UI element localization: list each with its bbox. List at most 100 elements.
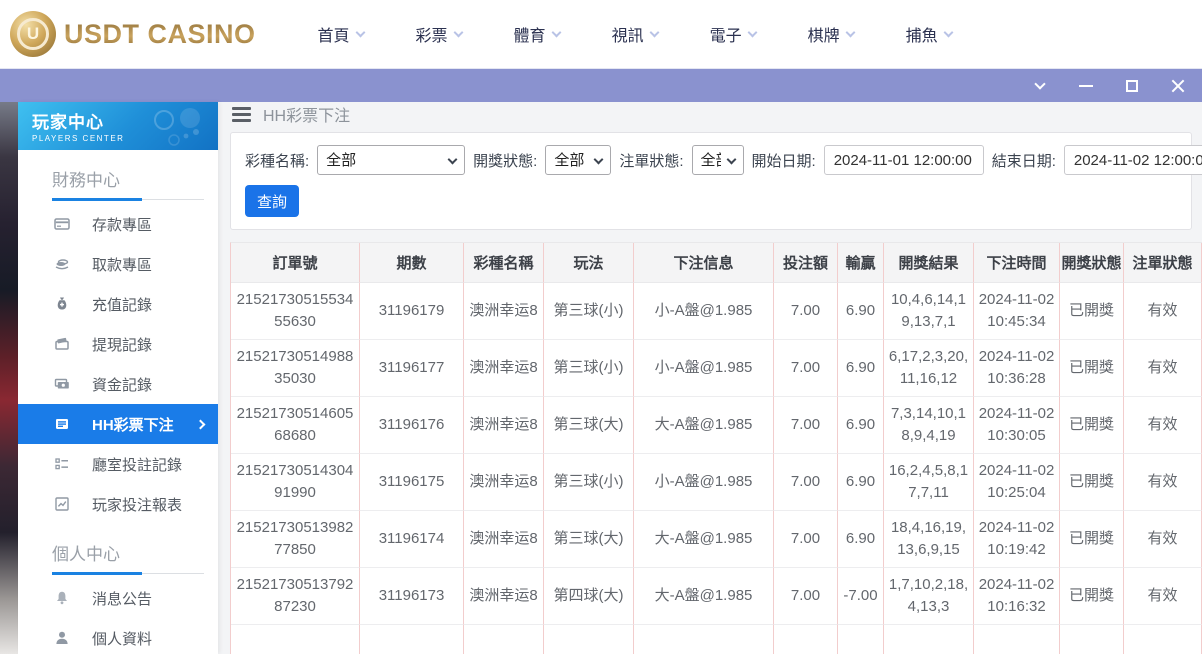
sidebar-item-hh-lottery-bets[interactable]: HH彩票下注: [18, 404, 218, 444]
table-row: [231, 625, 1202, 654]
table-cell: 7.00: [774, 283, 838, 340]
table-cell: 2152173051430491990: [231, 454, 360, 511]
order-status-select[interactable]: 全部: [692, 145, 744, 175]
sidebar-item-hall-bet-records[interactable]: 廳室投註記錄: [18, 444, 218, 484]
start-date-label: 開始日期:: [752, 150, 816, 171]
nav-item-cards[interactable]: 棋牌: [808, 22, 854, 46]
sidebar-item-label: 消息公告: [92, 588, 152, 609]
start-date-input[interactable]: [824, 145, 984, 175]
nav-label: 電子: [710, 22, 742, 46]
bell-icon: [54, 590, 70, 606]
collapse-chevron-icon[interactable]: [1032, 78, 1048, 94]
table-header-cell: 彩種名稱: [464, 243, 544, 283]
table-cell: 7.00: [774, 340, 838, 397]
table-row: 215217305143049199031196175澳洲幸运8第三球(小)小-…: [231, 454, 1202, 511]
sidebar-item-withdraw-records[interactable]: 提現記錄: [18, 324, 218, 364]
bank-card-icon: [54, 216, 70, 232]
order-status-label: 注單狀態:: [619, 150, 683, 171]
main-content: HH彩票下注 彩種名稱: 全部 開獎狀態: 全部 注單狀態:: [218, 102, 1202, 654]
table-cell: 第三球(小): [544, 454, 634, 511]
table-row: 215217305155345563031196179澳洲幸运8第三球(小)小-…: [231, 283, 1202, 340]
nav-label: 捕魚: [906, 22, 938, 46]
nav-item-sports[interactable]: 體育: [514, 22, 560, 46]
sidebar-item-player-bet-report[interactable]: 玩家投注報表: [18, 484, 218, 524]
table-cell: 2024-11-02 10:19:42: [974, 511, 1060, 568]
chevron-down-icon: [747, 27, 757, 37]
table-header-cell: 開獎狀態: [1060, 243, 1124, 283]
maximize-icon[interactable]: [1124, 78, 1140, 94]
chevron-down-icon: [649, 27, 659, 37]
end-date-input[interactable]: [1064, 145, 1202, 175]
table-cell: [774, 625, 838, 654]
sidebar-item-deposit[interactable]: 存款專區: [18, 204, 218, 244]
table-cell: 6.90: [838, 340, 884, 397]
table-header-cell: 訂單號: [231, 243, 360, 283]
nav-label: 視訊: [612, 22, 644, 46]
table-row: 215217305146056868031196176澳洲幸运8第三球(大)大-…: [231, 397, 1202, 454]
table-body: 215217305155345563031196179澳洲幸运8第三球(小)小-…: [231, 283, 1202, 654]
nav-label: 棋牌: [808, 22, 840, 46]
table-cell: 31196174: [360, 511, 464, 568]
table-cell: 小-A盤@1.985: [634, 454, 774, 511]
table-cell: 已開獎: [1060, 454, 1124, 511]
lottery-name-label: 彩種名稱:: [245, 150, 309, 171]
sidebar-item-fund-records[interactable]: 資金記錄: [18, 364, 218, 404]
report-chart-icon: [54, 496, 70, 512]
chevron-right-icon: [196, 419, 206, 429]
minimize-icon[interactable]: [1078, 78, 1094, 94]
query-button[interactable]: 查詢: [245, 185, 299, 217]
end-date-label: 結束日期:: [992, 150, 1056, 171]
nav-item-lottery[interactable]: 彩票: [416, 22, 462, 46]
table-cell: 2024-11-02 10:25:04: [974, 454, 1060, 511]
section-title-personal: 個人中心: [18, 524, 218, 573]
sidebar-item-announcements[interactable]: 消息公告: [18, 578, 218, 618]
table-header-cell: 下注時間: [974, 243, 1060, 283]
table-cell: 已開獎: [1060, 340, 1124, 397]
table-cell: 2152173051460568680: [231, 397, 360, 454]
lottery-name-select[interactable]: 全部: [317, 145, 465, 175]
sidebar-item-profile[interactable]: 個人資料: [18, 618, 218, 654]
table-cell: 澳洲幸运8: [464, 454, 544, 511]
table-header-cell: 下注信息: [634, 243, 774, 283]
nav-item-slots[interactable]: 電子: [710, 22, 756, 46]
nav-item-live[interactable]: 視訊: [612, 22, 658, 46]
sidebar-item-topup-records[interactable]: 充值記錄: [18, 284, 218, 324]
table-cell: 2152173051398277850: [231, 511, 360, 568]
chevron-down-icon: [551, 27, 561, 37]
coin-letter: U: [17, 18, 49, 50]
table-cell: -7.00: [838, 568, 884, 625]
sidebar-item-label: 玩家投注報表: [92, 494, 182, 515]
table-cell: 7.00: [774, 511, 838, 568]
table-cell: [231, 625, 360, 654]
chevron-down-icon: [943, 27, 953, 37]
close-icon[interactable]: [1170, 78, 1186, 94]
wallet-icon: [54, 336, 70, 352]
table-cell: 已開獎: [1060, 511, 1124, 568]
draw-status-label: 開獎狀態:: [473, 150, 537, 171]
nav-label: 體育: [514, 22, 546, 46]
money-bag-icon: [54, 296, 70, 312]
logo[interactable]: U USDT CASINO: [0, 11, 256, 57]
table-cell: 第三球(小): [544, 340, 634, 397]
nav-item-fishing[interactable]: 捕魚: [906, 22, 952, 46]
table-cell: 2024-11-02 10:30:05: [974, 397, 1060, 454]
nav-item-home[interactable]: 首頁: [318, 22, 364, 46]
table-row: 215217305149883503031196177澳洲幸运8第三球(小)小-…: [231, 340, 1202, 397]
sidebar-item-withdraw[interactable]: 取款專區: [18, 244, 218, 284]
lottery-ticket-icon: [54, 416, 70, 432]
background-image-strip: [0, 102, 18, 654]
table-cell: 31196176: [360, 397, 464, 454]
menu-icon[interactable]: [232, 107, 251, 122]
table-cell: 2024-11-02 10:45:34: [974, 283, 1060, 340]
table-cell: 6,17,2,3,20,11,16,12: [884, 340, 974, 397]
table-cell: 有效: [1124, 340, 1202, 397]
table-cell: 有效: [1124, 397, 1202, 454]
table-cell: 2152173051498835030: [231, 340, 360, 397]
table-cell: 6.90: [838, 454, 884, 511]
draw-status-select[interactable]: 全部: [545, 145, 611, 175]
table-cell: [360, 625, 464, 654]
sidebar-item-label: HH彩票下注: [92, 414, 174, 435]
table-cell: [544, 625, 634, 654]
table-cell: 2024-11-02 10:16:32: [974, 568, 1060, 625]
table-cell: 大-A盤@1.985: [634, 397, 774, 454]
